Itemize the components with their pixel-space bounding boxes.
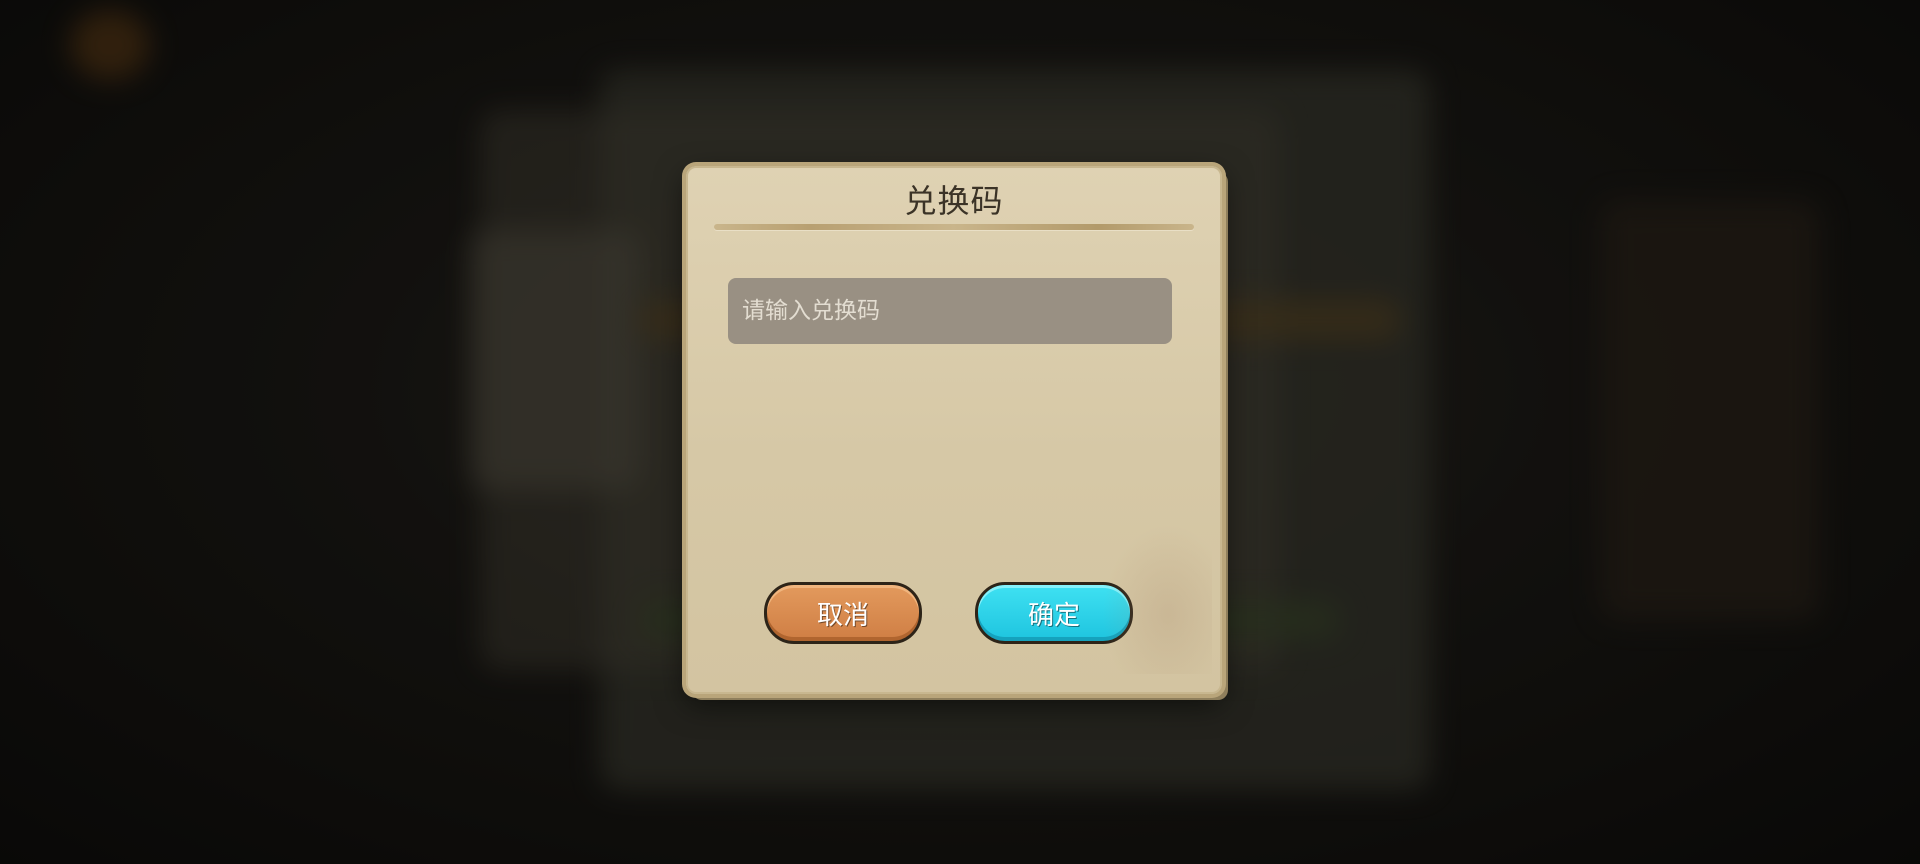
dialog-title: 兑换码 <box>904 182 1004 220</box>
title-divider <box>714 224 1194 230</box>
confirm-button-label: 确定 <box>1027 600 1080 631</box>
redeem-code-input[interactable] <box>728 278 1172 344</box>
redeem-code-dialog: 兑换码 取消 确定 <box>686 166 1222 694</box>
game-screen: 兑换码 取消 确定 <box>0 0 1920 864</box>
confirm-button[interactable]: 确定 <box>975 582 1133 644</box>
cancel-button[interactable]: 取消 <box>764 582 922 644</box>
cancel-button-label: 取消 <box>816 600 869 631</box>
